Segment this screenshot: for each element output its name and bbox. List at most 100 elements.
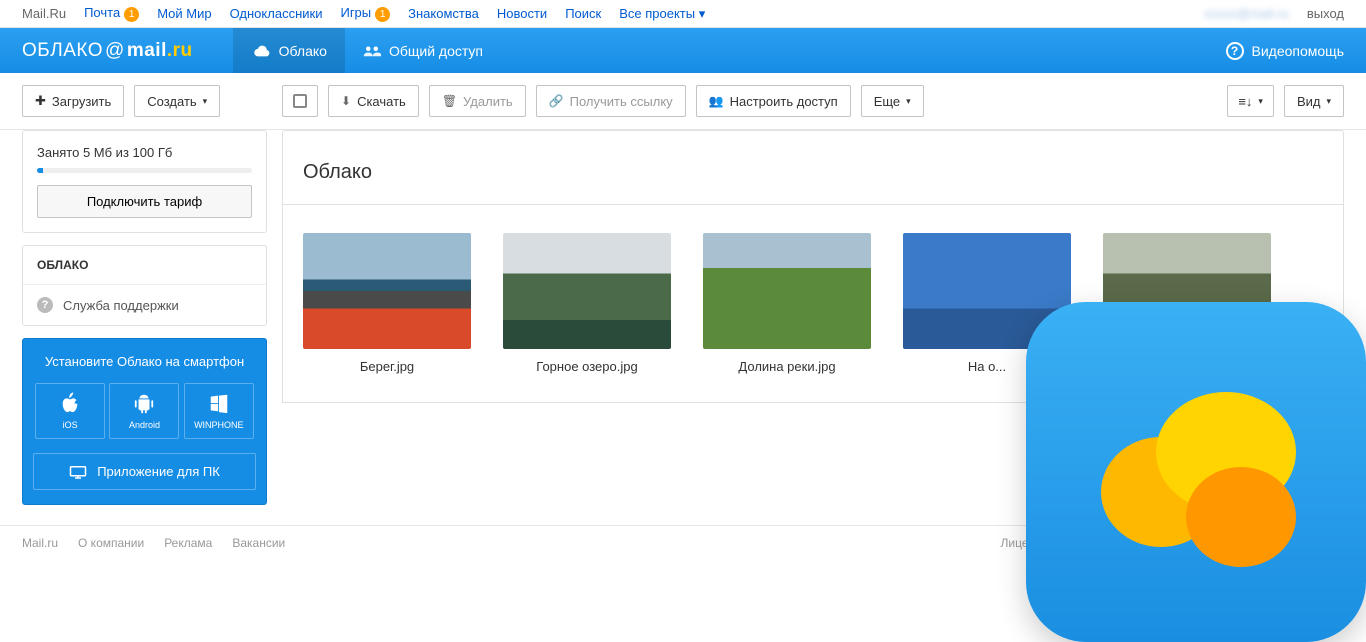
storage-bar <box>37 168 252 173</box>
storage-panel: Занято 5 Мб из 100 Гб Подключить тариф <box>22 130 267 233</box>
portal-link-dating[interactable]: Знакомства <box>408 6 479 21</box>
games-badge: 1 <box>375 7 390 22</box>
toolbar-left: ✚Загрузить Создать ▾ <box>22 85 267 117</box>
logo-ru: .ru <box>167 40 193 62</box>
file-item[interactable]: Берег.jpg <box>303 233 471 374</box>
page-title: Облако <box>303 161 1323 184</box>
file-item[interactable]: Долина реки.jpg <box>703 233 871 374</box>
footer-left: Mail.ru О компании Реклама Вакансии <box>22 536 285 550</box>
sort-icon: ≡↓ <box>1238 94 1252 109</box>
delete-button[interactable]: 🗑 Удалить <box>429 85 526 117</box>
windows-icon <box>208 392 230 414</box>
download-button[interactable]: ⬇ Скачать <box>328 85 419 117</box>
toolbar-right: ≡↓ ▾ Вид ▾ <box>1227 85 1344 117</box>
cloud-app-icon <box>1066 342 1326 602</box>
file-item[interactable]: Горное озеро.jpg <box>503 233 671 374</box>
button-label: Настроить доступ <box>730 94 838 109</box>
platform-android[interactable]: Android <box>109 383 179 439</box>
chevron-down-icon: ▾ <box>203 96 208 107</box>
video-help[interactable]: ? Видеопомощь <box>1226 42 1345 60</box>
promo-pc-link[interactable]: Приложение для ПК <box>33 453 256 490</box>
file-thumbnail <box>503 233 671 349</box>
promo-title: Установите Облако на смартфон <box>33 353 256 371</box>
user-email[interactable]: xxxxx@mail.ru <box>1204 6 1289 21</box>
at-icon: @ <box>105 40 125 62</box>
people-icon <box>363 44 381 58</box>
portal-bar: Mail.Ru Почта 1 Мой Мир Одноклассники Игр… <box>0 0 1366 28</box>
portal-link-search[interactable]: Поиск <box>565 6 601 21</box>
sort-button[interactable]: ≡↓ ▾ <box>1227 85 1274 117</box>
platform-label: iOS <box>63 420 78 430</box>
portal-right: xxxxx@mail.ru выход <box>1204 6 1344 21</box>
logo[interactable]: ОБЛАКО@mail.ru <box>22 40 193 62</box>
mail-badge: 1 <box>124 7 139 22</box>
portal-link-mail[interactable]: Почта 1 <box>84 5 139 21</box>
logo-pre: ОБЛАКО <box>22 40 103 62</box>
get-link-button[interactable]: 🔗 Получить ссылку <box>536 85 686 117</box>
platform-ios[interactable]: iOS <box>35 383 105 439</box>
footer-link[interactable]: Вакансии <box>232 536 285 550</box>
button-label: Создать <box>147 94 196 109</box>
chevron-down-icon: ▾ <box>699 6 706 21</box>
file-name: На о... <box>968 359 1006 374</box>
toolbar-main: ⬇ Скачать 🗑 Удалить 🔗 Получить ссылку 👥 Наст… <box>282 85 1212 117</box>
plus-icon: ✚ <box>35 93 46 109</box>
tab-cloud[interactable]: Облако <box>233 28 345 73</box>
help-label: Видеопомощь <box>1252 43 1345 59</box>
footer-link[interactable]: Mail.ru <box>22 536 58 550</box>
people-icon: 👥 <box>709 94 724 108</box>
download-icon: ⬇ <box>341 94 351 108</box>
sidebar-item-label: Служба поддержки <box>63 298 179 313</box>
help-icon: ? <box>1226 42 1244 60</box>
monitor-icon <box>69 465 87 479</box>
tariff-button[interactable]: Подключить тариф <box>37 185 252 218</box>
select-all-button[interactable] <box>282 85 318 117</box>
question-icon: ? <box>37 297 53 313</box>
main-header: ОБЛАКО@mail.ru Облако Общий доступ ? Вид… <box>0 28 1366 73</box>
link-icon: 🔗 <box>549 94 564 108</box>
portal-link-mailru[interactable]: Mail.Ru <box>22 6 66 21</box>
button-label: Вид <box>1297 94 1321 109</box>
portal-link-ok[interactable]: Одноклассники <box>230 6 323 21</box>
upload-button[interactable]: ✚Загрузить <box>22 85 124 117</box>
chevron-down-icon: ▾ <box>906 96 911 107</box>
button-label: Удалить <box>463 94 513 109</box>
app-icon-overlay <box>1026 302 1366 642</box>
platform-label: Android <box>129 420 160 430</box>
platform-label: WINPHONE <box>194 420 244 430</box>
tab-label: Облако <box>279 43 327 59</box>
storage-bar-fill <box>37 168 43 173</box>
portal-link-all[interactable]: Все проекты ▾ <box>619 6 705 22</box>
breadcrumb: Облако <box>282 130 1344 205</box>
logo-mail: mail <box>127 40 167 62</box>
promo-pc-label: Приложение для ПК <box>97 464 220 479</box>
tab-shared[interactable]: Общий доступ <box>345 28 501 73</box>
portal-link-label: Почта <box>84 5 120 20</box>
chevron-down-icon: ▾ <box>1326 96 1331 107</box>
file-thumbnail <box>703 233 871 349</box>
button-label: Скачать <box>357 94 406 109</box>
header-tabs: Облако Общий доступ <box>233 28 501 73</box>
share-settings-button[interactable]: 👥 Настроить доступ <box>696 85 851 117</box>
portal-link-mymir[interactable]: Мой Мир <box>157 6 211 21</box>
platform-winphone[interactable]: WINPHONE <box>184 383 254 439</box>
create-button[interactable]: Создать ▾ <box>134 85 220 117</box>
footer-link[interactable]: Реклама <box>164 536 212 550</box>
sidebar-item-support[interactable]: ? Служба поддержки <box>23 285 266 325</box>
view-button[interactable]: Вид ▾ <box>1284 85 1344 117</box>
button-label: Получить ссылку <box>570 94 673 109</box>
nav-heading[interactable]: ОБЛАКО <box>23 246 266 285</box>
portal-link-games[interactable]: Игры1 <box>340 5 390 21</box>
portal-link-news[interactable]: Новости <box>497 6 547 21</box>
trash-icon: 🗑 <box>442 94 457 108</box>
apple-icon <box>59 392 81 414</box>
portal-left: Mail.Ru Почта 1 Мой Мир Одноклассники Игр… <box>22 5 705 21</box>
logout-link[interactable]: выход <box>1307 6 1344 21</box>
file-name: Долина реки.jpg <box>738 359 835 374</box>
tab-label: Общий доступ <box>389 43 483 59</box>
android-icon <box>133 392 155 414</box>
file-name: Горное озеро.jpg <box>536 359 637 374</box>
more-button[interactable]: Еще ▾ <box>861 85 924 117</box>
sidebar: Занято 5 Мб из 100 Гб Подключить тариф О… <box>22 130 267 505</box>
footer-link[interactable]: О компании <box>78 536 144 550</box>
